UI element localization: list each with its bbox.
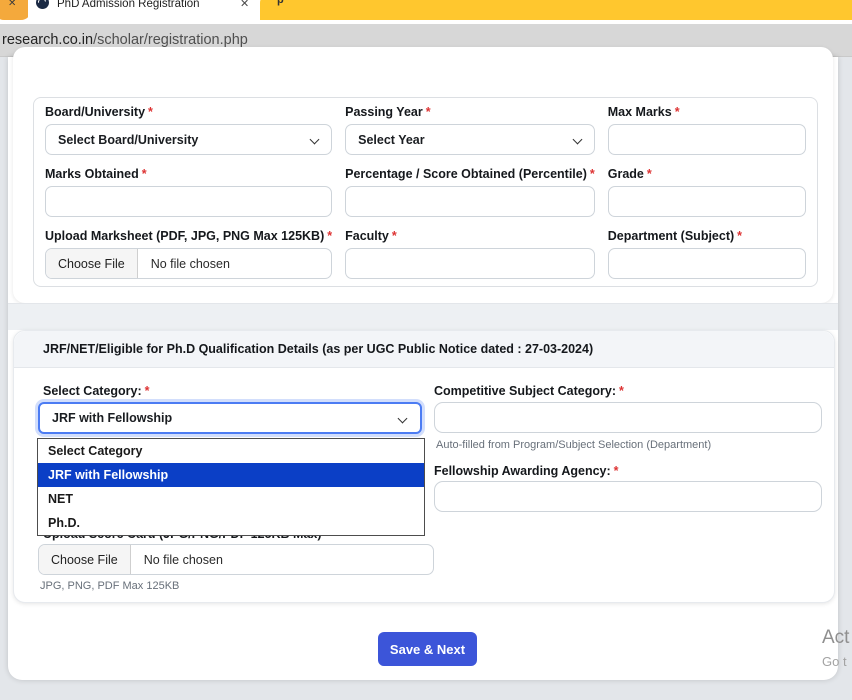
tab-strip: ✕ PhD Admission Registration ✕ p [0, 0, 852, 24]
select-value: Select Board/University [58, 133, 198, 147]
grade-input[interactable] [608, 186, 806, 217]
field-max-marks: Max Marks* [608, 105, 806, 167]
marks-obtained-input[interactable] [45, 186, 332, 217]
active-tab[interactable]: PhD Admission Registration ✕ [28, 0, 258, 22]
category-select[interactable]: JRF with Fellowship [38, 402, 422, 434]
field-label: Board/University [45, 105, 145, 119]
jrf-section-title: JRF/NET/Eligible for Ph.D Qualification … [43, 342, 593, 356]
field-percentage: Percentage / Score Obtained (Percentile)… [345, 167, 595, 229]
board-university-select[interactable]: Select Board/University [45, 124, 332, 155]
yellow-tab[interactable]: p [260, 0, 852, 20]
select-value: JRF with Fellowship [52, 411, 172, 425]
tab-close-icon[interactable]: ✕ [8, 0, 16, 9]
fellowship-agency-label: Fellowship Awarding Agency:* [434, 464, 619, 478]
field-label: Upload Marksheet (PDF, JPG, PNG Max 125K… [45, 229, 324, 243]
passing-year-select[interactable]: Select Year [345, 124, 595, 155]
field-grade: Grade* [608, 167, 806, 229]
department-input[interactable] [608, 248, 806, 279]
required-mark: * [142, 167, 147, 181]
required-mark: * [647, 167, 652, 181]
field-label: Grade [608, 167, 644, 181]
field-label: Marks Obtained [45, 167, 139, 181]
faculty-input[interactable] [345, 248, 595, 279]
dropdown-option-selected[interactable]: JRF with Fellowship [38, 463, 424, 487]
required-mark: * [619, 384, 624, 398]
page-content: Board/University* Select Board/Universit… [8, 57, 838, 680]
field-label: Department (Subject) [608, 229, 734, 243]
file-status: No file chosen [138, 249, 243, 278]
tab-fragment-left[interactable]: ✕ [0, 0, 31, 20]
field-label: Faculty [345, 229, 389, 243]
jrf-card: JRF/NET/Eligible for Ph.D Qualification … [13, 330, 835, 603]
dropdown-option[interactable]: NET [38, 487, 424, 511]
url-path: /scholar/registration.php [93, 32, 248, 48]
required-mark: * [590, 167, 595, 181]
max-marks-input[interactable] [608, 124, 806, 155]
field-marks-obtained: Marks Obtained* [45, 167, 332, 229]
education-fieldset: Board/University* Select Board/Universit… [33, 97, 818, 287]
url-domain: research.co.in [2, 32, 93, 48]
chevron-down-icon [572, 135, 582, 145]
dropdown-option[interactable]: Ph.D. [38, 511, 424, 535]
competitive-subject-label: Competitive Subject Category:* [434, 384, 624, 398]
score-card-helper: JPG, PNG, PDF Max 125KB [40, 580, 179, 592]
select-value: Select Year [358, 133, 425, 147]
percentage-input[interactable] [345, 186, 595, 217]
fellowship-agency-input[interactable] [434, 481, 822, 512]
education-card: Board/University* Select Board/Universit… [13, 47, 833, 303]
choose-file-button[interactable]: Choose File [46, 249, 138, 278]
field-upload-marksheet: Upload Marksheet (PDF, JPG, PNG Max 125K… [45, 229, 332, 291]
choose-file-button[interactable]: Choose File [39, 545, 131, 574]
browser-window: ✕ PhD Admission Registration ✕ p researc… [0, 0, 852, 700]
yellow-tab-label: p [277, 0, 284, 6]
select-category-label: Select Category:* [43, 384, 150, 398]
marksheet-file-input[interactable]: Choose File No file chosen [45, 248, 332, 279]
required-mark: * [392, 229, 397, 243]
required-mark: * [426, 105, 431, 119]
file-status: No file chosen [131, 545, 236, 574]
save-next-button[interactable]: Save & Next [378, 632, 477, 666]
required-mark: * [675, 105, 680, 119]
dropdown-option[interactable]: Select Category [38, 439, 424, 463]
competitive-subject-input[interactable] [434, 402, 822, 433]
chevron-down-icon [398, 414, 408, 424]
required-mark: * [145, 384, 150, 398]
tab-title: PhD Admission Registration [57, 0, 200, 10]
required-mark: * [737, 229, 742, 243]
activate-windows-subtext: Go t [822, 654, 847, 669]
jrf-section-header: JRF/NET/Eligible for Ph.D Qualification … [14, 331, 834, 368]
competitive-subject-helper: Auto-filled from Program/Subject Selecti… [436, 439, 711, 451]
field-label: Passing Year [345, 105, 423, 119]
activate-windows-text: Act [822, 627, 849, 649]
category-dropdown-list: Select Category JRF with Fellowship NET … [37, 438, 425, 536]
field-board-university: Board/University* Select Board/Universit… [45, 105, 332, 167]
field-department: Department (Subject)* [608, 229, 806, 291]
required-mark: * [148, 105, 153, 119]
section-divider [8, 303, 838, 330]
required-mark: * [614, 464, 619, 478]
field-faculty: Faculty* [345, 229, 595, 291]
field-label: Max Marks [608, 105, 672, 119]
tab-close-icon[interactable]: ✕ [240, 0, 249, 10]
chevron-down-icon [310, 135, 320, 145]
score-card-file-input[interactable]: Choose File No file chosen [38, 544, 434, 575]
tab-favicon-icon [36, 0, 49, 9]
field-passing-year: Passing Year* Select Year [345, 105, 595, 167]
field-label: Percentage / Score Obtained (Percentile) [345, 167, 587, 181]
required-mark: * [327, 229, 332, 243]
